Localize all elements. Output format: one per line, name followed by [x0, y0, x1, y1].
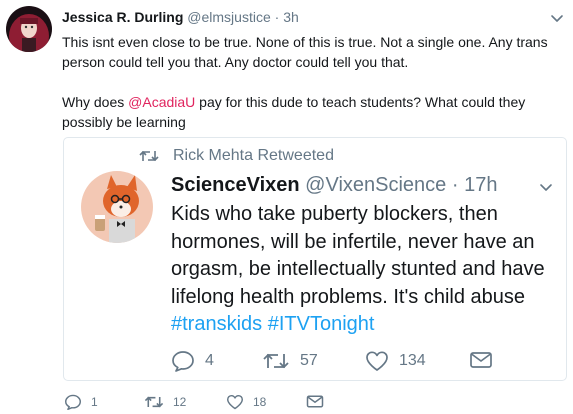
hashtag-itvtonight[interactable]: #ITVTonight [268, 313, 375, 335]
dm-button[interactable] [306, 394, 333, 409]
quoted-tweet-body: Kids who take puberty blockers, then hor… [171, 203, 545, 308]
quoted-author-display-name[interactable]: ScienceVixen [171, 174, 300, 196]
quoted-dm-button[interactable] [469, 350, 503, 370]
retweet-count: 12 [173, 395, 187, 409]
retweet-icon [139, 150, 159, 162]
quoted-separator-dot: · [451, 174, 459, 196]
tweet-paragraph-1: This isnt even close to be true. None of… [62, 34, 548, 70]
retweeted-by-label[interactable]: Rick Mehta Retweeted [173, 147, 334, 165]
retweet-button[interactable]: 12 [144, 394, 186, 410]
retweet-icon [144, 396, 164, 408]
tweet-actions: 1 12 18 [64, 394, 344, 412]
quoted-author-handle[interactable]: @VixenScience [305, 174, 446, 196]
tweet-header: Jessica R. Durling @elmsjustice · 3h [62, 9, 299, 25]
mention-link[interactable]: @AcadiaU [128, 94, 195, 110]
quoted-retweet-button[interactable]: 57 [262, 350, 318, 372]
like-count: 18 [253, 395, 267, 409]
heart-icon [366, 351, 388, 371]
quoted-reply-button[interactable]: 4 [171, 350, 214, 372]
author-avatar[interactable] [6, 6, 52, 52]
tweet-paragraph-2: Why does @AcadiaU pay for this dude to t… [62, 92, 557, 132]
direct-message-icon [470, 352, 492, 368]
reply-count: 1 [91, 395, 98, 409]
like-button[interactable]: 18 [226, 394, 266, 410]
quoted-tweet-header: ScienceVixen @VixenScience · 17h [171, 174, 497, 197]
quoted-reply-count: 4 [205, 352, 214, 369]
quoted-retweet-count: 57 [300, 352, 318, 369]
quoted-like-count: 134 [399, 352, 426, 369]
quoted-author-avatar[interactable] [81, 171, 153, 243]
quoted-like-button[interactable]: 134 [365, 350, 426, 372]
heart-icon [227, 394, 243, 410]
quoted-tweet-card[interactable]: Rick Mehta Retweeted ScienceVixen @Vixen… [63, 137, 567, 381]
quoted-tweet-text: Kids who take puberty blockers, then hor… [171, 201, 563, 339]
separator-dot: · [274, 9, 280, 25]
author-display-name[interactable]: Jessica R. Durling [62, 9, 183, 25]
reply-icon [64, 394, 81, 410]
tweet-timestamp[interactable]: 3h [283, 9, 299, 25]
author-handle[interactable]: @elmsjustice [187, 9, 270, 25]
reply-icon [172, 351, 194, 372]
direct-message-icon [306, 395, 324, 408]
tweet-text: This isnt even close to be true. None of… [62, 32, 557, 132]
retweet-icon [263, 353, 289, 369]
chevron-down-icon[interactable] [538, 179, 554, 195]
hashtag-transkids[interactable]: #transkids [171, 313, 262, 335]
quoted-tweet-timestamp[interactable]: 17h [464, 174, 497, 196]
tweet-paragraph-2-start: Why does [62, 94, 129, 110]
reply-button[interactable]: 1 [64, 394, 98, 410]
chevron-down-icon[interactable] [549, 10, 565, 26]
tweet: Jessica R. Durling @elmsjustice · 3h Thi… [0, 0, 573, 414]
retweeted-by-line: Rick Mehta Retweeted [139, 147, 334, 165]
quoted-tweet-actions: 4 57 134 [171, 350, 561, 374]
